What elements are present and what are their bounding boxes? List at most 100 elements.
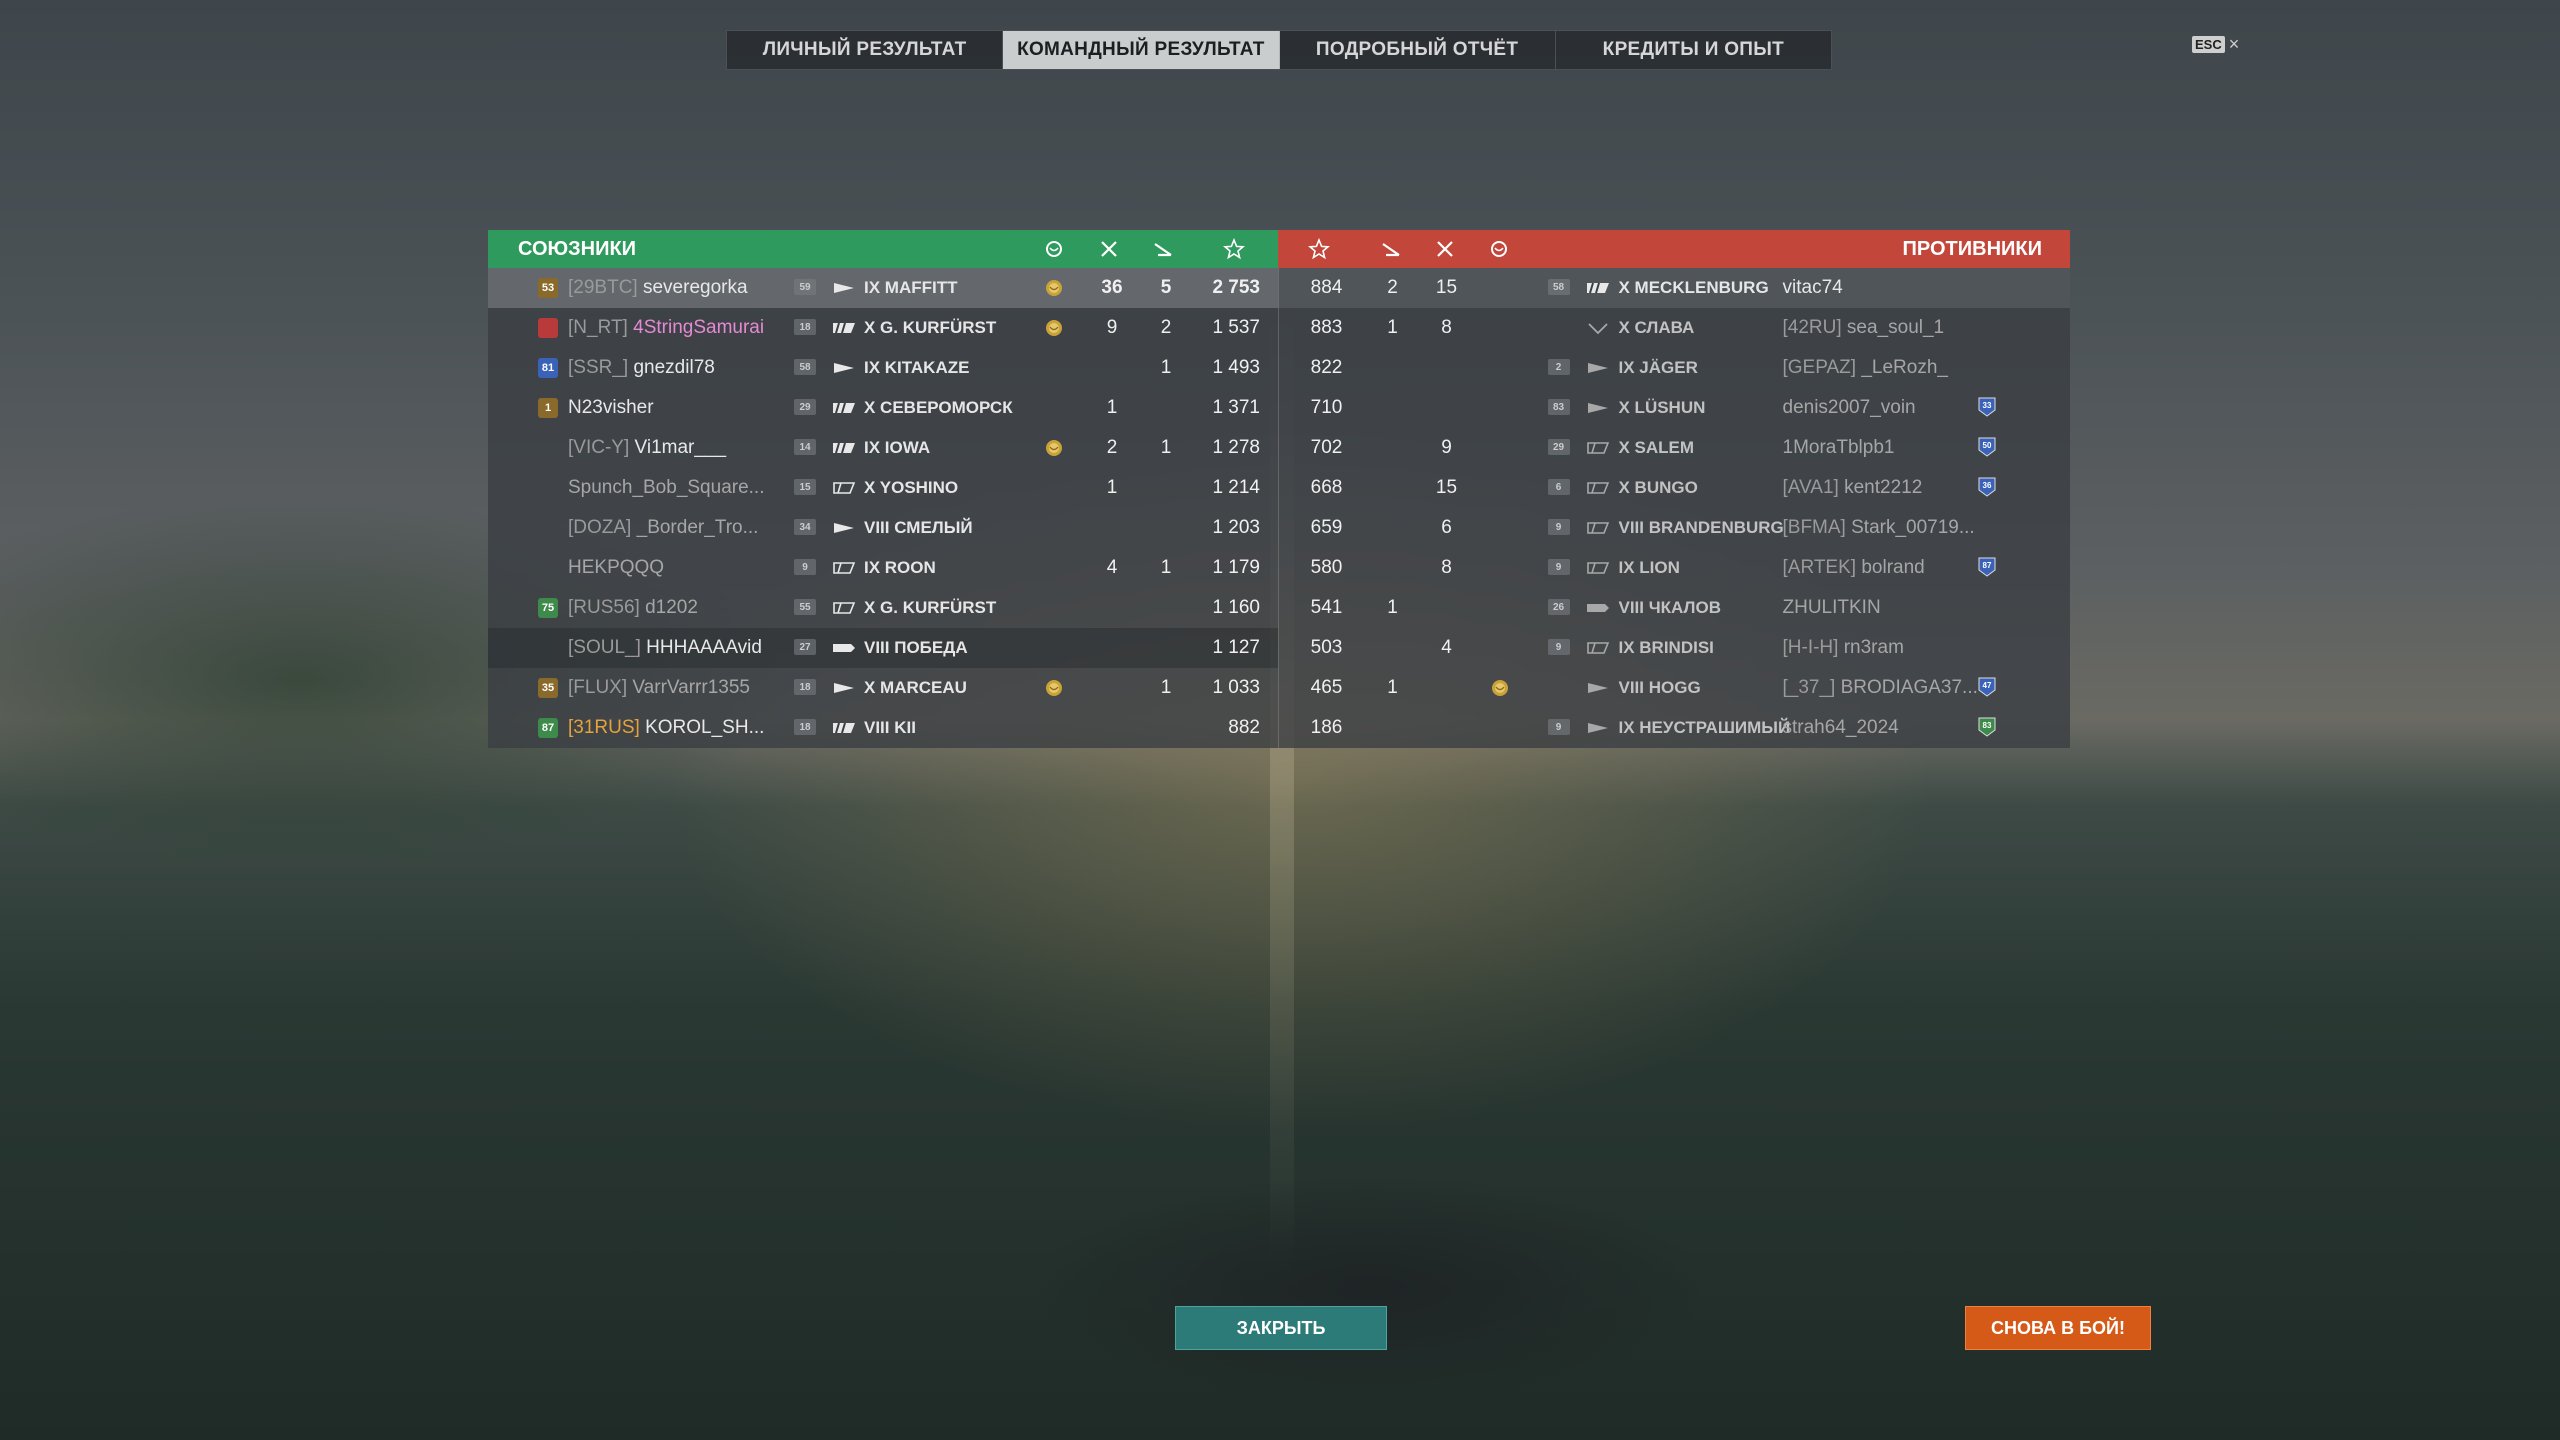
player-label[interactable]: [SSR_] gnezdil78: [568, 348, 715, 388]
frags-value: [1433, 348, 1461, 388]
player-level-badge: 55: [794, 599, 816, 615]
frags-value: 36: [1101, 277, 1123, 298]
player-level-badge: 29: [1547, 439, 1570, 455]
player-label[interactable]: Spunch_Bob_Square...: [568, 468, 765, 508]
ship-class-icon: [831, 720, 857, 736]
medal-icon: [1488, 238, 1510, 260]
tab-0[interactable]: ЛИЧНЫЙ РЕЗУЛЬТАТ: [727, 31, 1004, 69]
player-label[interactable]: [FLUX] VarrVarrr1355: [568, 668, 750, 708]
player-level-badge: 9: [1547, 719, 1570, 735]
enemies-header: ПРОТИВНИКИ: [1278, 230, 2070, 268]
esc-close-button[interactable]: ESC ×: [2192, 34, 2239, 55]
frags-value: [1433, 708, 1461, 748]
ship-class-icon: [1585, 360, 1611, 376]
clan-tag: [H-I-H]: [1782, 637, 1839, 658]
player-name: gnezdil78: [633, 357, 715, 378]
player-label[interactable]: [AVA1] kent2212: [1783, 468, 1923, 508]
rank-badge-icon: 87: [538, 718, 558, 738]
frags-value: 6: [1441, 517, 1452, 538]
medal-icon: [1044, 438, 1064, 458]
player-label[interactable]: 1MoraTblpb1: [1783, 428, 1895, 468]
frags-value: 9: [1441, 437, 1452, 458]
player-label[interactable]: ZHULITKIN: [1783, 588, 1881, 628]
enemies-title: ПРОТИВНИКИ: [1902, 237, 2042, 260]
player-label[interactable]: [BFMA] Stark_00719...: [1783, 508, 1975, 548]
ally-row: Spunch_Bob_Square... 15 X YOSHINO 1 1 214: [488, 468, 1278, 508]
tab-3[interactable]: КРЕДИТЫ И ОПЫТ: [1556, 31, 1831, 69]
planes-value: [1379, 548, 1407, 588]
enemy-row: 884 2 15 58 X MECKLENBURG vitac74: [1277, 268, 2070, 308]
ship-class-icon: [831, 320, 857, 336]
player-label[interactable]: [VIC-Y] Vi1mar___: [568, 428, 726, 468]
player-label[interactable]: denis2007_voin: [1783, 388, 1916, 428]
planes-value: [1379, 508, 1407, 548]
close-button[interactable]: ЗАКРЫТЬ: [1175, 1306, 1387, 1350]
planes-value: [1152, 708, 1180, 748]
planes-value: 1: [1160, 437, 1172, 458]
player-label[interactable]: [H-I-H] rn3ram: [1783, 628, 1904, 668]
frags-value: 15: [1435, 477, 1458, 498]
player-label[interactable]: [ARTEK] bolrand: [1783, 548, 1925, 588]
ship-class-icon: [1585, 440, 1611, 456]
player-label[interactable]: [RUS56] d1202: [568, 588, 698, 628]
player-label[interactable]: [42RU] sea_soul_1: [1783, 308, 1945, 348]
player-label[interactable]: [29BTC] severegorka: [568, 268, 748, 308]
player-level-badge: 58: [1547, 279, 1570, 295]
ship-name: X MECKLENBURG: [1618, 278, 1769, 297]
player-name: strah64_2024: [1782, 717, 1899, 738]
player-name: HHHAAAAvid: [646, 637, 762, 658]
frags-value: 2: [1106, 437, 1118, 458]
player-name: HEKPQQQ: [568, 557, 665, 578]
ship-name: X LÜSHUN: [1618, 398, 1706, 417]
enemy-row: 659 6 9 VIII BRANDENBURG [BFMA] Stark_00719.…: [1277, 508, 2071, 548]
medal-icon: [1044, 318, 1064, 338]
player-name: Spunch_Bob_Square...: [568, 477, 765, 498]
clan-tag: [ARTEK]: [1782, 557, 1857, 578]
ship-class-icon: [1585, 400, 1611, 416]
ship-class-icon: [831, 680, 857, 696]
frags-value: [1098, 348, 1126, 388]
player-label[interactable]: [31RUS] KOROL_SH...: [568, 708, 764, 748]
ship-class-icon: [831, 520, 857, 536]
rank-badge-icon: 53: [538, 278, 558, 298]
ally-row: 53 [29BTC] severegorka 59 IX MAFFITT 36 5 2 75…: [488, 268, 1278, 308]
ship-class-icon: [1585, 720, 1611, 736]
rank-badge-icon: [538, 318, 558, 338]
ship-class-icon: [1585, 280, 1611, 296]
rank-badge-icon: 35: [538, 678, 558, 698]
frags-value: 8: [1441, 557, 1452, 578]
player-label[interactable]: HEKPQQQ: [568, 548, 664, 588]
ship-name: IX LION: [1618, 558, 1680, 577]
score-value: 186: [1310, 717, 1343, 738]
player-name: vitac74: [1782, 277, 1843, 298]
clan-tag: [DOZA]: [568, 517, 632, 538]
player-label[interactable]: strah64_2024: [1783, 708, 1899, 748]
ally-row: HEKPQQQ 9 IX ROON 4 1 1 179: [488, 548, 1278, 588]
player-label[interactable]: N23visher: [568, 388, 654, 428]
tab-1[interactable]: КОМАНДНЫЙ РЕЗУЛЬТАТ: [1003, 31, 1280, 69]
clan-tag: [SOUL_]: [568, 637, 641, 658]
player-label[interactable]: [_37_] BRODIAGA37...: [1783, 668, 1978, 708]
player-name: d1202: [645, 597, 698, 618]
player-label[interactable]: [SOUL_] HHHAAAAvid: [568, 628, 762, 668]
player-label[interactable]: [N_RT] 4StringSamurai: [568, 308, 764, 348]
battle-again-button[interactable]: СНОВА В БОЙ!: [1965, 1306, 2151, 1350]
ally-row: [N_RT] 4StringSamurai 18 X G. KURFÜRST 9 2 1 …: [488, 308, 1278, 348]
player-label[interactable]: vitac74: [1783, 268, 1843, 308]
ship-class-icon: [831, 560, 857, 576]
planes-value: 1: [1160, 677, 1172, 698]
player-label[interactable]: [DOZA] _Border_Tro...: [568, 508, 758, 548]
planes-value: [1152, 468, 1180, 508]
tab-2[interactable]: ПОДРОБНЫЙ ОТЧЁТ: [1280, 31, 1556, 69]
player-name: _LeRozh_: [1861, 357, 1948, 378]
player-name: Stark_00719...: [1851, 517, 1975, 538]
frags-icon: [1434, 238, 1456, 260]
enemy-row: 702 9 29 X SALEM 1MoraTblpb1 50: [1277, 428, 2071, 468]
esc-key-label: ESC: [2192, 36, 2225, 53]
clan-tag: [31RUS]: [568, 717, 640, 738]
ship-class-icon: [1585, 640, 1611, 656]
ship-class-icon: [831, 480, 857, 496]
player-label[interactable]: [GEPAZ] _LeRozh_: [1783, 348, 1948, 388]
frags-value: [1098, 668, 1126, 708]
player-level-badge: 59: [794, 279, 816, 295]
